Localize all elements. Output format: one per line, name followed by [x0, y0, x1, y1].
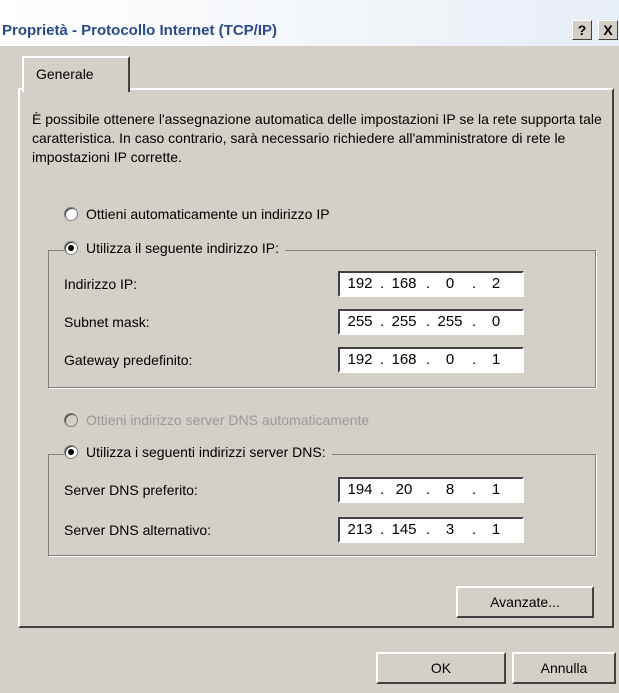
dns-alternate-field[interactable]: 213 . 145 . 3 . 1 — [338, 517, 524, 543]
octet-2: 20 — [395, 481, 413, 498]
radio-ip-auto-label: Ottieni automaticamente un indirizzo IP — [86, 206, 330, 222]
octet-4: 0 — [491, 313, 501, 330]
octet-2: 255 — [391, 313, 417, 330]
octet-3: 0 — [445, 275, 455, 292]
radio-ip-manual[interactable]: Utilizza il seguente indirizzo IP: — [64, 240, 285, 256]
radio-ip-auto[interactable]: Ottieni automaticamente un indirizzo IP — [64, 206, 336, 222]
ip-address-field[interactable]: 192 . 168 . 0 . 2 — [338, 271, 524, 297]
octet-2: 145 — [391, 521, 417, 538]
dns-preferred-field[interactable]: 194 . 20 . 8 . 1 — [338, 477, 524, 503]
radio-icon-selected — [64, 445, 78, 459]
octet-2: 168 — [391, 275, 417, 292]
advanced-button[interactable]: Avanzate... — [456, 586, 594, 618]
octet-3: 8 — [445, 481, 455, 498]
tab-generale[interactable]: Generale — [22, 56, 130, 92]
dns-preferred-label: Server DNS preferito: — [64, 482, 198, 498]
radio-icon-selected — [64, 241, 78, 255]
octet-4: 1 — [491, 521, 501, 538]
subnet-mask-field[interactable]: 255 . 255 . 255 . 0 — [338, 309, 524, 335]
octet-3: 255 — [437, 313, 463, 330]
subnet-mask-label: Subnet mask: — [64, 314, 150, 330]
octet-3: 0 — [445, 351, 455, 368]
gateway-field[interactable]: 192 . 168 . 0 . 1 — [338, 347, 524, 373]
ok-button[interactable]: OK — [376, 652, 506, 684]
radio-dns-manual-label: Utilizza i seguenti indirizzi server DNS… — [86, 444, 326, 460]
radio-icon — [64, 413, 78, 427]
dns-alternate-label: Server DNS alternativo: — [64, 522, 212, 538]
window-title: Proprietà - Protocollo Internet (TCP/IP) — [2, 22, 278, 39]
radio-dns-auto[interactable]: Ottieni indirizzo server DNS automaticam… — [64, 412, 376, 428]
intro-text: È possibile ottenere l'assegnazione auto… — [32, 111, 602, 165]
title-bar: Proprietà - Protocollo Internet (TCP/IP)… — [0, 0, 619, 46]
tab-label: Generale — [36, 66, 94, 82]
octet-4: 1 — [491, 351, 501, 368]
help-button[interactable]: ? — [572, 20, 592, 40]
gateway-label: Gateway predefinito: — [64, 352, 193, 368]
octet-2: 168 — [391, 351, 417, 368]
octet-4: 1 — [491, 481, 501, 498]
octet-1: 213 — [347, 521, 373, 538]
close-button[interactable]: X — [598, 20, 618, 40]
octet-1: 192 — [347, 275, 373, 292]
ip-address-label: Indirizzo IP: — [64, 276, 138, 292]
octet-1: 255 — [347, 313, 373, 330]
radio-ip-manual-label: Utilizza il seguente indirizzo IP: — [86, 240, 279, 256]
octet-4: 2 — [491, 275, 501, 292]
cancel-button[interactable]: Annulla — [512, 652, 616, 684]
octet-1: 192 — [347, 351, 373, 368]
radio-dns-manual[interactable]: Utilizza i seguenti indirizzi server DNS… — [64, 444, 332, 460]
octet-3: 3 — [445, 521, 455, 538]
radio-dns-auto-label: Ottieni indirizzo server DNS automaticam… — [86, 412, 370, 428]
radio-icon — [64, 207, 78, 221]
octet-1: 194 — [347, 481, 373, 498]
